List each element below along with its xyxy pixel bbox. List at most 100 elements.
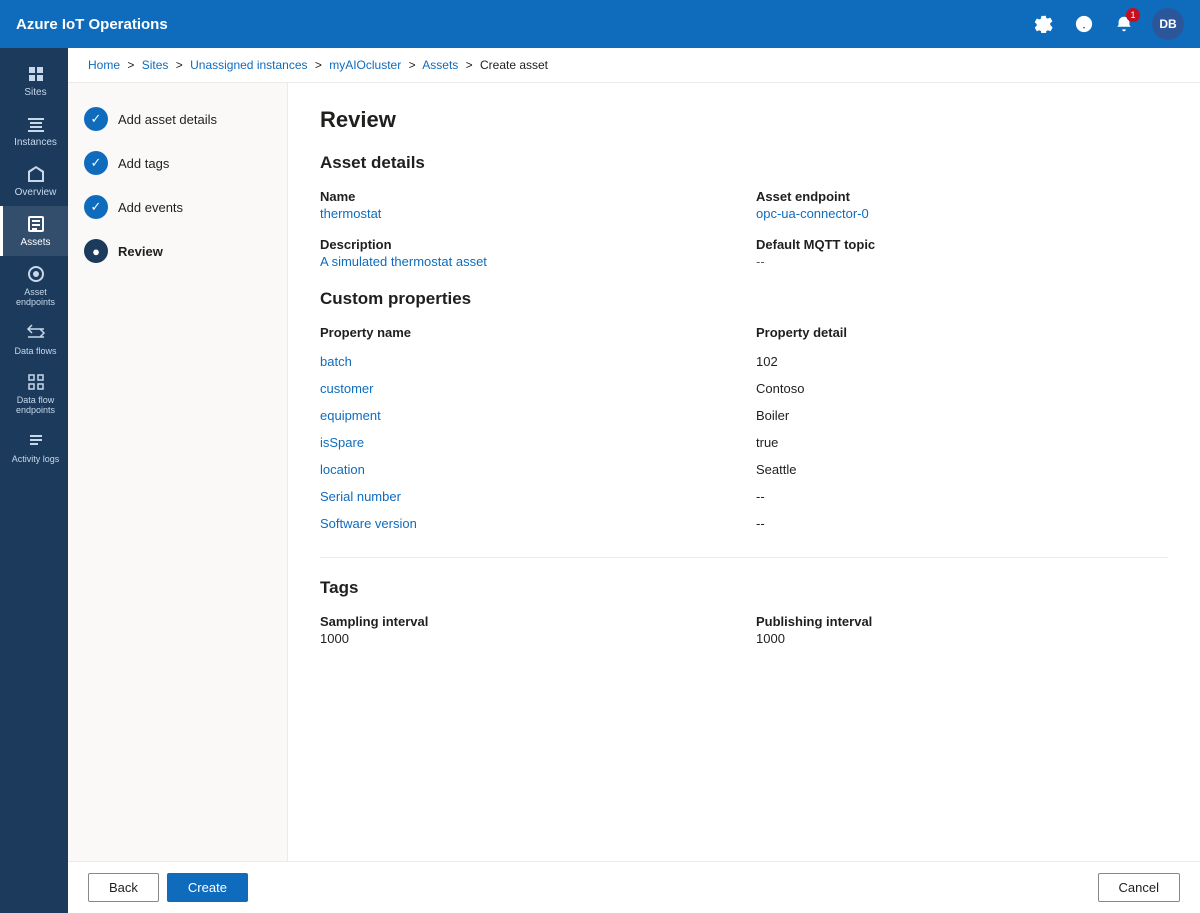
step-circle-4: ● xyxy=(84,239,108,263)
step-circle-1: ✓ xyxy=(84,107,108,131)
stepper-panel: ✓ Add asset details ✓ Add tags ✓ Add eve… xyxy=(68,83,288,913)
property-name-cell: batch xyxy=(320,354,732,369)
mqtt-topic-label: Default MQTT topic xyxy=(756,237,1168,252)
help-icon[interactable] xyxy=(1072,12,1096,36)
property-detail-cell: -- xyxy=(756,516,1168,531)
breadcrumb: Home > Sites > Unassigned instances > my… xyxy=(68,48,1200,83)
sidebar-asset-endpoints-label: Asset endpoints xyxy=(7,287,64,307)
notification-badge: 1 xyxy=(1126,8,1140,22)
cancel-button[interactable]: Cancel xyxy=(1098,873,1180,902)
user-avatar[interactable]: DB xyxy=(1152,8,1184,40)
sampling-interval-field: Sampling interval 1000 xyxy=(320,614,732,646)
tags-section-title: Tags xyxy=(320,578,1168,598)
sidebar-item-overview[interactable]: Overview xyxy=(0,156,68,206)
asset-details-grid: Name thermostat Asset endpoint opc-ua-co… xyxy=(320,189,1168,269)
settings-icon[interactable] xyxy=(1032,12,1056,36)
step-circle-3: ✓ xyxy=(84,195,108,219)
sidebar-item-data-flows[interactable]: Data flows xyxy=(0,315,68,364)
sampling-interval-value: 1000 xyxy=(320,631,732,646)
sidebar-data-flows-label: Data flows xyxy=(14,346,56,356)
section-divider xyxy=(320,557,1168,558)
breadcrumb-assets[interactable]: Assets xyxy=(422,58,458,72)
action-bar: Back Create Cancel xyxy=(68,861,1200,913)
asset-endpoint-label: Asset endpoint xyxy=(756,189,1168,204)
sampling-interval-label: Sampling interval xyxy=(320,614,732,629)
sidebar-instances-label: Instances xyxy=(14,137,57,148)
sidebar-data-flow-endpoints-label: Data flow endpoints xyxy=(7,395,64,415)
asset-endpoint-value: opc-ua-connector-0 xyxy=(756,206,1168,221)
table-row: location Seattle xyxy=(320,456,1168,483)
property-name-cell: isSpare xyxy=(320,435,732,450)
asset-endpoint-field: Asset endpoint opc-ua-connector-0 xyxy=(756,189,1168,221)
content-area: ✓ Add asset details ✓ Add tags ✓ Add eve… xyxy=(68,83,1200,913)
table-row: Serial number -- xyxy=(320,483,1168,510)
description-label: Description xyxy=(320,237,732,252)
main-container: Home > Sites > Unassigned instances > my… xyxy=(68,48,1200,913)
name-value: thermostat xyxy=(320,206,732,221)
sidebar-item-instances[interactable]: Instances xyxy=(0,106,68,156)
step-label-2: Add tags xyxy=(118,156,169,171)
description-value: A simulated thermostat asset xyxy=(320,254,732,269)
custom-properties-rows: batch102customerContosoequipmentBoileris… xyxy=(320,348,1168,537)
create-button[interactable]: Create xyxy=(167,873,248,902)
property-detail-cell: Seattle xyxy=(756,462,1168,477)
asset-details-section-title: Asset details xyxy=(320,153,1168,173)
custom-properties-section-title: Custom properties xyxy=(320,289,1168,309)
property-detail-cell: Boiler xyxy=(756,408,1168,423)
property-detail-header: Property detail xyxy=(756,325,1168,340)
review-panel: Review Asset details Name thermostat Ass… xyxy=(288,83,1200,913)
sidebar-sites-label: Sites xyxy=(24,87,46,98)
review-title: Review xyxy=(320,107,1168,133)
step-label-3: Add events xyxy=(118,200,183,215)
app-title: Azure IoT Operations xyxy=(16,16,168,33)
tags-grid: Sampling interval 1000 Publishing interv… xyxy=(320,614,1168,646)
property-name-cell: customer xyxy=(320,381,732,396)
step-label-1: Add asset details xyxy=(118,112,217,127)
action-bar-left: Back Create xyxy=(88,873,248,902)
table-row: isSpare true xyxy=(320,429,1168,456)
table-row: batch102 xyxy=(320,348,1168,375)
bell-icon[interactable]: 1 xyxy=(1112,12,1136,36)
description-field: Description A simulated thermostat asset xyxy=(320,237,732,269)
sidebar-item-asset-endpoints[interactable]: Asset endpoints xyxy=(0,256,68,315)
name-field: Name thermostat xyxy=(320,189,732,221)
sidebar-item-data-flow-endpoints[interactable]: Data flow endpoints xyxy=(0,364,68,423)
step-label-4: Review xyxy=(118,244,163,259)
step-add-asset-details[interactable]: ✓ Add asset details xyxy=(84,107,271,131)
property-name-cell: Serial number xyxy=(320,489,732,504)
sidebar-item-activity-logs[interactable]: Activity logs xyxy=(0,423,68,472)
breadcrumb-cluster[interactable]: myAIOcluster xyxy=(329,58,401,72)
breadcrumb-home[interactable]: Home xyxy=(88,58,120,72)
breadcrumb-current: Create asset xyxy=(480,58,548,72)
step-circle-2: ✓ xyxy=(84,151,108,175)
property-detail-cell: Contoso xyxy=(756,381,1168,396)
step-add-events[interactable]: ✓ Add events xyxy=(84,195,271,219)
property-name-cell: location xyxy=(320,462,732,477)
property-name-header: Property name xyxy=(320,325,732,340)
sidebar: Sites Instances Overview Assets Asset en… xyxy=(0,48,68,913)
property-name-cell: Software version xyxy=(320,516,732,531)
mqtt-topic-value: -- xyxy=(756,254,1168,269)
property-detail-cell: true xyxy=(756,435,1168,450)
step-add-tags[interactable]: ✓ Add tags xyxy=(84,151,271,175)
sidebar-item-sites[interactable]: Sites xyxy=(0,56,68,106)
name-label: Name xyxy=(320,189,732,204)
back-button[interactable]: Back xyxy=(88,873,159,902)
table-row: customer Contoso xyxy=(320,375,1168,402)
breadcrumb-sites[interactable]: Sites xyxy=(142,58,169,72)
top-navigation: Azure IoT Operations 1 DB xyxy=(0,0,1200,48)
sidebar-assets-label: Assets xyxy=(20,237,50,248)
table-row: Software version -- xyxy=(320,510,1168,537)
sidebar-item-assets[interactable]: Assets xyxy=(0,206,68,256)
publishing-interval-value: 1000 xyxy=(756,631,1168,646)
publishing-interval-field: Publishing interval 1000 xyxy=(756,614,1168,646)
property-detail-cell: -- xyxy=(756,489,1168,504)
breadcrumb-unassigned-instances[interactable]: Unassigned instances xyxy=(190,58,307,72)
publishing-interval-label: Publishing interval xyxy=(756,614,1168,629)
custom-properties-header: Property name Property detail xyxy=(320,325,1168,340)
table-row: equipmentBoiler xyxy=(320,402,1168,429)
mqtt-topic-field: Default MQTT topic -- xyxy=(756,237,1168,269)
sidebar-activity-logs-label: Activity logs xyxy=(12,454,60,464)
step-review[interactable]: ● Review xyxy=(84,239,271,263)
sidebar-overview-label: Overview xyxy=(15,187,57,198)
